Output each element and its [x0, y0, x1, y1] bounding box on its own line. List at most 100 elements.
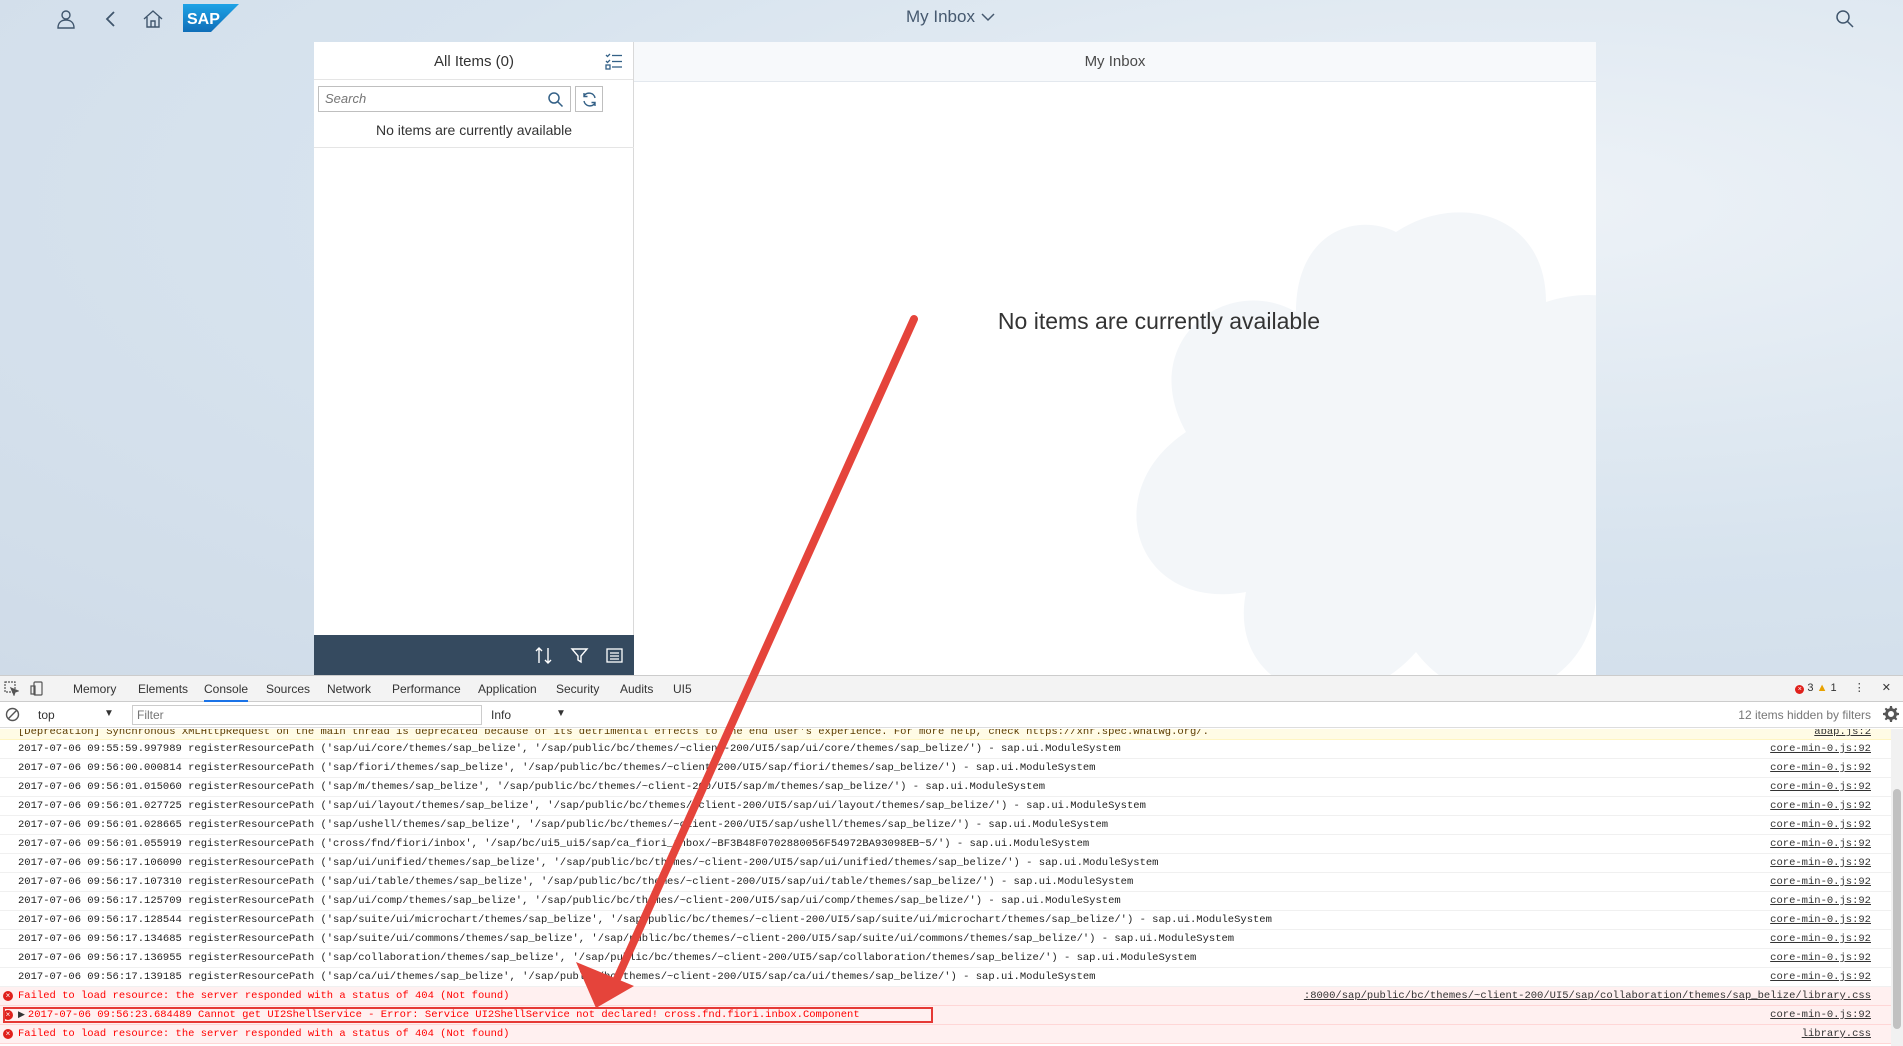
console-log-line[interactable]: 2017-07-06 09:56:17.139185 registerResou… [0, 968, 1903, 987]
console-source-link[interactable]: :8000/sap/public/bc/themes/~client-200/U… [1304, 987, 1871, 1006]
scrollbar-thumb[interactable] [1893, 789, 1901, 1029]
tab-audits[interactable]: Audits [620, 682, 653, 696]
sort-icon[interactable] [534, 646, 553, 665]
console-log-line[interactable]: 2017-07-06 09:56:01.027725 registerResou… [0, 797, 1903, 816]
console-source-link[interactable]: core-min-0.js:92 [1770, 968, 1871, 987]
console-log-line[interactable]: 2017-07-06 09:56:17.107310 registerResou… [0, 873, 1903, 892]
console-log-line[interactable]: 2017-07-06 09:56:01.015060 registerResou… [0, 778, 1903, 797]
inbox-app: All Items (0) No items are currently ava… [314, 42, 1596, 675]
search-input[interactable] [325, 91, 525, 106]
console-message: Failed to load resource: the server resp… [18, 990, 510, 1002]
home-icon[interactable] [142, 8, 164, 30]
console-error-line[interactable]: × ▶ 2017-07-06 09:56:23.684489 Cannot get … [0, 1006, 1903, 1025]
master-title: All Items (0) [433, 53, 514, 70]
console-source-link[interactable]: core-min-0.js:92 [1770, 759, 1871, 778]
console-source-link[interactable]: core-min-0.js:92 [1770, 740, 1871, 759]
console-log-line[interactable]: 2017-07-06 09:56:00.000814 registerResou… [0, 759, 1903, 778]
console-log-line[interactable]: 2017-07-06 09:56:17.106090 registerResou… [0, 854, 1903, 873]
console-log-line[interactable]: 2017-07-06 09:56:17.134685 registerResou… [0, 930, 1903, 949]
console-log-line[interactable]: 2017-07-06 09:55:59.997989 registerResou… [0, 740, 1903, 759]
console-message: 2017-07-06 09:56:17.136955 registerResou… [18, 952, 1197, 964]
device-toolbar-icon[interactable] [30, 681, 45, 696]
console-source-link[interactable]: core-min-0.js:92 [1770, 930, 1871, 949]
console-log[interactable]: [Deprecation] Synchronous XMLHttpRequest… [0, 729, 1903, 1046]
console-message: 2017-07-06 09:56:17.134685 registerResou… [18, 933, 1235, 945]
console-message: 2017-07-06 09:56:17.107310 registerResou… [18, 876, 1134, 888]
console-log-line[interactable]: 2017-07-06 09:56:01.028665 registerResou… [0, 816, 1903, 835]
console-source-link[interactable]: abap.js:2 [1814, 729, 1871, 737]
tab-application[interactable]: Application [478, 682, 537, 696]
console-source-link[interactable]: core-min-0.js:92 [1770, 892, 1871, 911]
sap-logo[interactable]: SAP [183, 4, 239, 32]
tab-console[interactable]: Console [204, 682, 249, 702]
tab-ui5[interactable]: UI5 [673, 682, 692, 696]
hidden-items-info: 12 items hidden by filters [1738, 708, 1871, 722]
error-icon: × [3, 1029, 13, 1039]
error-icon: × [1795, 685, 1805, 694]
master-empty-text: No items are currently available [314, 118, 634, 148]
detail-title: My Inbox [1084, 53, 1146, 70]
filter-icon[interactable] [570, 646, 589, 665]
devtools-tabbar: Memory Elements Console Sources Network … [0, 676, 1903, 702]
console-log-line[interactable]: 2017-07-06 09:56:17.128544 registerResou… [0, 911, 1903, 930]
back-icon[interactable] [100, 8, 122, 30]
console-message: [Deprecation] Synchronous XMLHttpRequest… [18, 729, 1209, 738]
console-message: 2017-07-06 09:56:17.125709 registerResou… [18, 895, 1121, 907]
console-warning-line[interactable]: [Deprecation] Synchronous XMLHttpRequest… [0, 729, 1903, 740]
console-source-link[interactable]: core-min-0.js:92 [1770, 911, 1871, 930]
close-icon[interactable]: ✕ [1882, 682, 1891, 694]
master-header: All Items (0) [314, 42, 633, 80]
console-filter-input[interactable] [132, 705, 482, 725]
more-options-icon[interactable]: ⋮ [1854, 682, 1865, 694]
warning-count: 1 [1830, 682, 1837, 694]
console-filter-bar: top ▼ Info ▼ 12 items hidden by filters [0, 702, 1903, 728]
tab-elements[interactable]: Elements [138, 682, 188, 696]
shell-title-menu[interactable]: My Inbox [906, 7, 995, 27]
tab-sources[interactable]: Sources [266, 682, 310, 696]
console-message: 2017-07-06 09:56:01.028665 registerResou… [18, 819, 1109, 831]
tab-security[interactable]: Security [556, 682, 599, 696]
console-scrollbar[interactable] [1891, 729, 1903, 1046]
console-source-link[interactable]: core-min-0.js:92 [1770, 835, 1871, 854]
shell-bar: SAP My Inbox [0, 0, 1903, 36]
inspect-element-icon[interactable] [4, 681, 20, 697]
search-field [318, 86, 571, 112]
chevron-down-icon [981, 7, 995, 27]
log-level-selector[interactable]: Info [491, 708, 511, 722]
tab-memory[interactable]: Memory [73, 682, 116, 696]
console-source-link[interactable]: core-min-0.js:92 [1770, 778, 1871, 797]
console-message: 2017-07-06 09:56:01.015060 registerResou… [18, 781, 1046, 793]
console-source-link[interactable]: core-min-0.js:92 [1770, 949, 1871, 968]
shell-title: My Inbox [906, 7, 975, 26]
error-icon: × [3, 991, 13, 1001]
console-log-line[interactable]: 2017-07-06 09:56:01.055919 registerResou… [0, 835, 1903, 854]
context-selector[interactable]: top [38, 708, 55, 722]
console-log-line[interactable]: 2017-07-06 09:56:17.136955 registerResou… [0, 949, 1903, 968]
console-message: 2017-07-06 09:56:00.000814 registerResou… [18, 762, 1096, 774]
console-source-link[interactable]: core-min-0.js:92 [1770, 854, 1871, 873]
console-log-line[interactable]: 2017-07-06 09:56:17.125709 registerResou… [0, 892, 1903, 911]
gear-icon[interactable] [1883, 706, 1899, 722]
console-error-line[interactable]: × Failed to load resource: the server res… [0, 1025, 1903, 1044]
console-error-line[interactable]: × Failed to load resource: the server res… [0, 987, 1903, 1006]
console-message: 2017-07-06 09:55:59.997989 registerResou… [18, 743, 1121, 755]
error-count: 3 [1807, 682, 1814, 694]
console-source-link[interactable]: core-min-0.js:92 [1770, 873, 1871, 892]
search-row [318, 86, 630, 112]
user-icon[interactable] [55, 8, 77, 30]
tab-performance[interactable]: Performance [392, 682, 461, 696]
console-source-link[interactable]: core-min-0.js:92 [1770, 1006, 1871, 1025]
console-message: 2017-07-06 09:56:17.139185 registerResou… [18, 971, 1096, 983]
group-icon[interactable] [605, 646, 624, 665]
console-source-link[interactable]: core-min-0.js:92 [1770, 797, 1871, 816]
console-source-link[interactable]: library.css [1802, 1025, 1871, 1044]
multi-select-icon[interactable] [605, 52, 623, 70]
console-source-link[interactable]: core-min-0.js:92 [1770, 816, 1871, 835]
search-icon[interactable] [547, 91, 564, 108]
devtools-status[interactable]: × 3 ▲ 1 ⋮ ✕ [1795, 681, 1891, 694]
clear-console-icon[interactable] [5, 707, 20, 722]
warning-icon: ▲ [1816, 682, 1828, 694]
search-icon[interactable] [1834, 8, 1856, 30]
refresh-button[interactable] [575, 86, 603, 112]
tab-network[interactable]: Network [327, 682, 371, 696]
